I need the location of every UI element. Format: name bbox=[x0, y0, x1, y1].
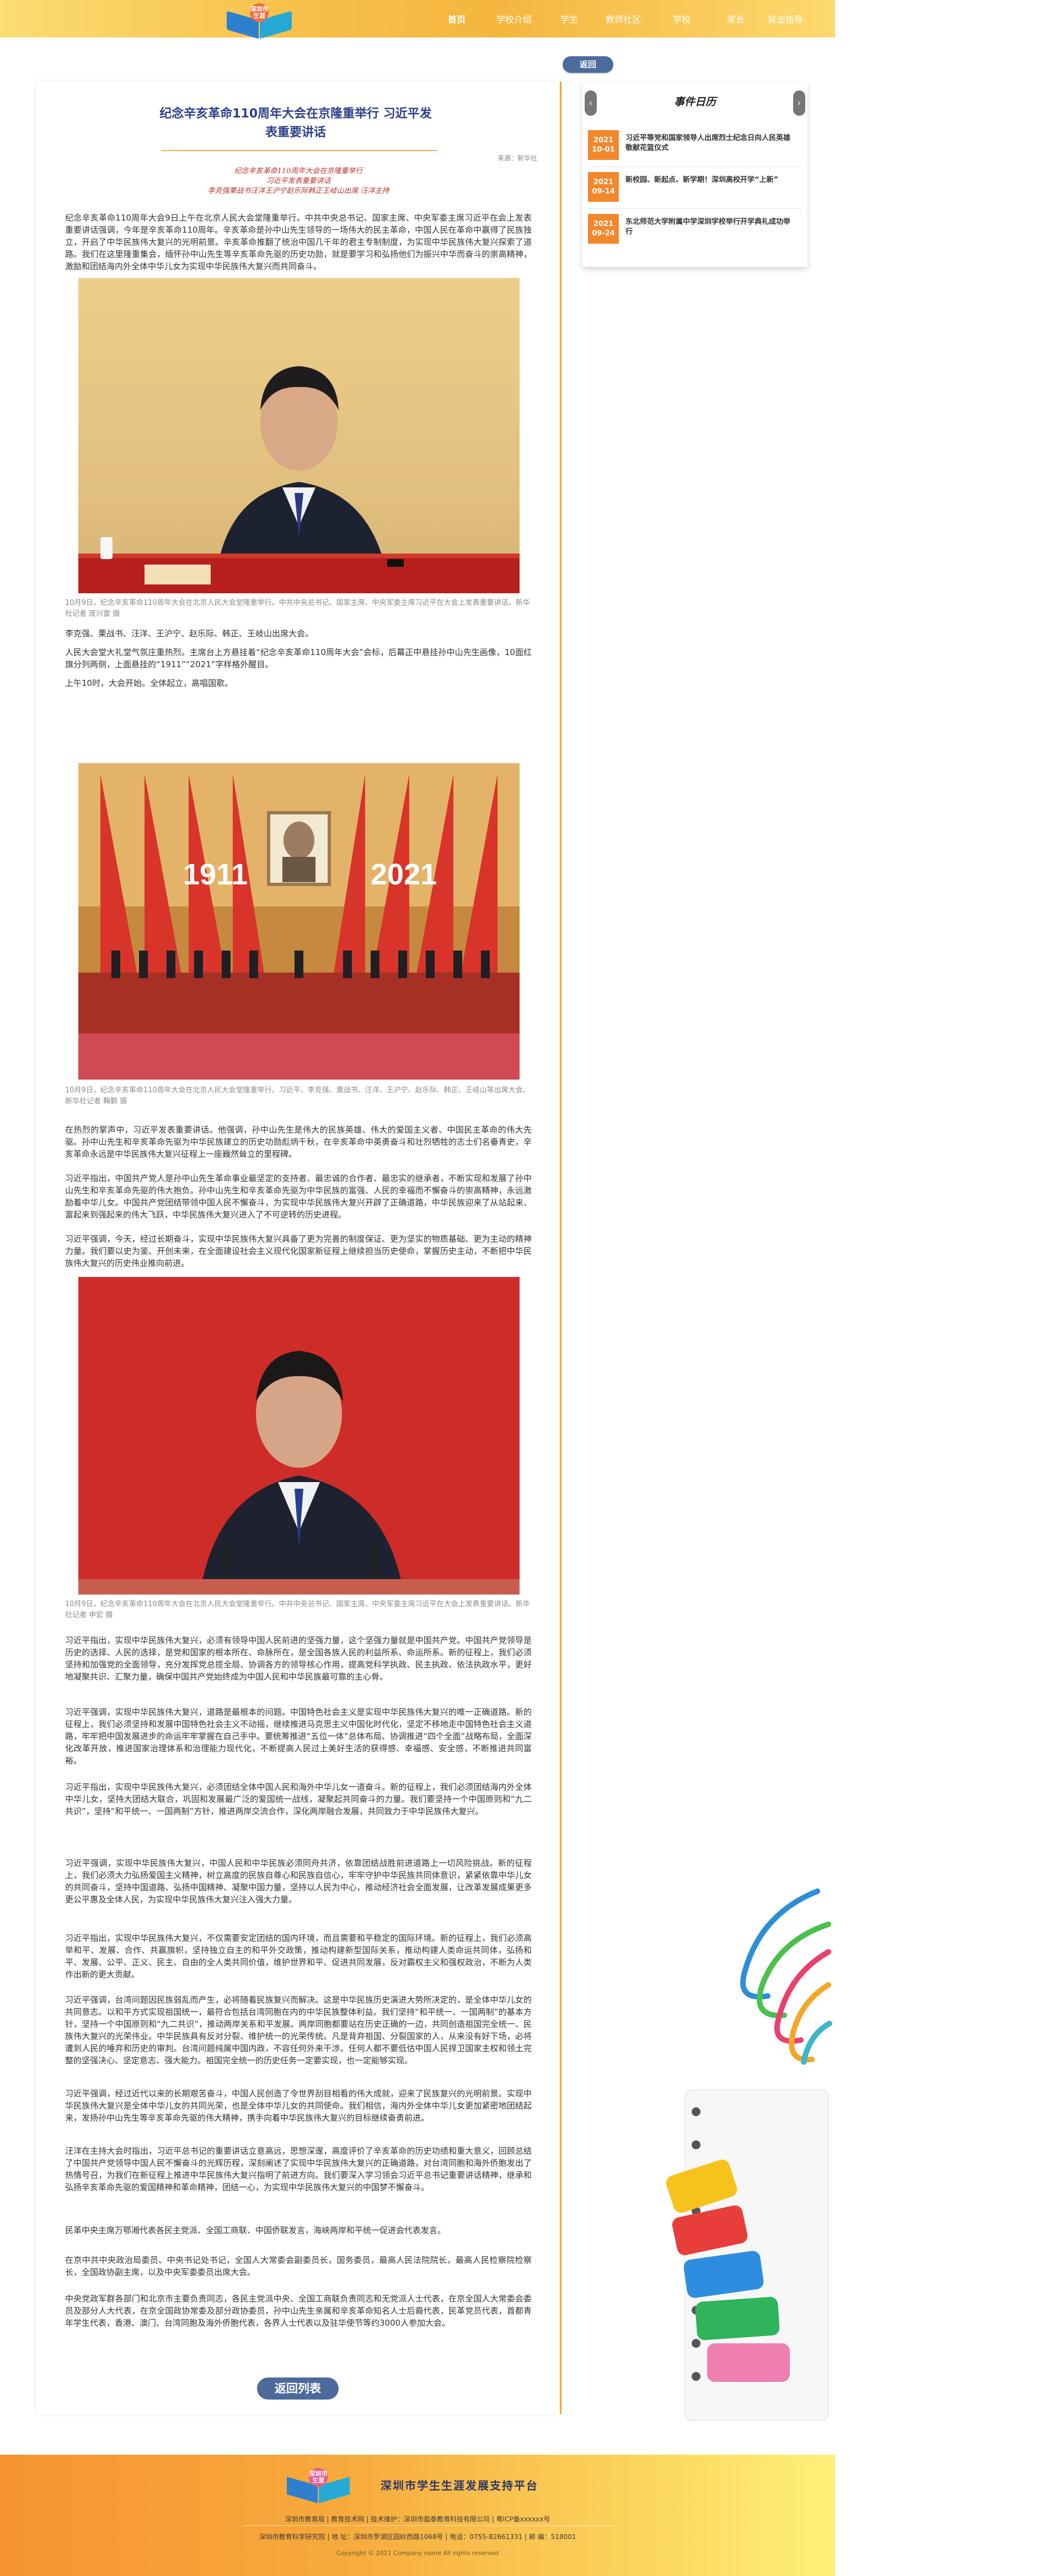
calendar-event[interactable]: 2021 10-01 习近平等党和国家领导人出席烈士纪念日向人民英雄敬献花篮仪式 bbox=[588, 130, 802, 167]
article-paragraph: 人民大会堂大礼堂气氛庄重热烈。主席台上方悬挂着“纪念辛亥革命110周年大会”会标… bbox=[65, 647, 532, 669]
article-paragraph: 上午10时，大会开始。全体起立，高唱国歌。 bbox=[65, 678, 233, 688]
event-date-badge: 2021 09-14 bbox=[588, 172, 619, 202]
logo-text: 深圳市 生涯 bbox=[250, 6, 269, 19]
article-paragraph: 在京中共中央政治局委员、中央书记处书记，全国人大常委会副委员长，国务委员，最高人… bbox=[65, 2255, 532, 2277]
footer-links[interactable]: 深圳市教育局 | 教育技术网 | 技术维护：深圳市盈泰教育科技有限公司 | 粤I… bbox=[0, 2514, 835, 2524]
article-paragraph: 习近平指出，中国共产党人是孙中山先生革命事业最坚定的支持者、最忠诚的合作者、最忠… bbox=[65, 1173, 532, 1220]
article-panel: 纪念辛亥革命110周年大会在京隆重举行 习近平发 表重要讲话 来源：新华社 纪念… bbox=[36, 82, 559, 2414]
article-paragraph: 纪念辛亥革命110周年大会9日上午在北京人民大会堂隆重举行。中共中央总书记、国家… bbox=[65, 213, 532, 271]
site-footer: 深圳市 生涯 深圳市学生生涯发展支持平台 深圳市教育局 | 教育技术网 | 技术… bbox=[0, 2455, 835, 2576]
column-divider bbox=[560, 82, 561, 2414]
calendar-event[interactable]: 2021 09-14 新校园、新起点、新学期！深圳高校开学“上新” bbox=[588, 172, 802, 209]
footer-copyright: Copyright © 2021 Company name All rights… bbox=[336, 2550, 499, 2557]
nav-item-parents[interactable]: 家长 bbox=[727, 12, 745, 25]
subtitle-line2: 习近平发表重要讲话 bbox=[266, 177, 331, 185]
article-paragraph: 习近平强调，实现中华民族伟大复兴，中国人民和中华民族必须同舟共济，依靠团结战胜前… bbox=[65, 1858, 532, 1904]
article-paragraph: 中央党政军群各部门和北京市主要负责同志，各民主党派中央、全国工商联负责同志和无党… bbox=[65, 2294, 532, 2328]
subtitle-line1: 纪念辛亥革命110周年大会在京隆重举行 bbox=[234, 167, 363, 175]
nav-item-home[interactable]: 首页 bbox=[448, 12, 466, 25]
article-paragraph: 汪洋在主持大会时指出，习近平总书记的重要讲话立意高远，思想深邃，高度评价了辛亥革… bbox=[65, 2146, 532, 2192]
footer-logo[interactable]: 深圳市 生涯 bbox=[282, 2466, 354, 2504]
nav-item-career[interactable]: 就业指导 bbox=[768, 12, 803, 25]
article-paragraph: 李克强、栗战书、汪洋、王沪宁、赵乐际、韩正、王岐山出席大会。 bbox=[65, 629, 314, 638]
article-paragraph: 习近平强调，经过近代以来的长期艰苦奋斗，中国人民创造了令世界刮目相看的伟大成就，… bbox=[65, 2089, 532, 2123]
nav-item-practice[interactable]: 社会实践 bbox=[834, 12, 869, 25]
event-day: 10-01 bbox=[592, 146, 615, 154]
event-day: 09-14 bbox=[592, 187, 615, 196]
header-bar: 深圳市 生涯 首页 学校介绍 学生 教师社区 学校 家长 就业指导 社会实践 bbox=[0, 0, 869, 39]
event-divider bbox=[588, 208, 802, 209]
nav-item-teacher-community[interactable]: 教师社区 bbox=[606, 12, 641, 25]
article-paragraph: 习近平强调，实现中华民族伟大复兴，道路是最根本的问题。中国特色社会主义是实现中华… bbox=[65, 1707, 532, 1765]
article-paragraph: 习近平指出，实现中华民族伟大复兴，必须有领导中国人民前进的坚强力量，这个坚强力量… bbox=[65, 1635, 532, 1682]
title-divider bbox=[161, 150, 437, 151]
article-paragraph: 在热烈的掌声中，习近平发表重要讲话。他强调，孙中山先生是伟大的民族英雄、伟大的爱… bbox=[65, 1125, 532, 1159]
subtitle-line3: 李克强栗战书汪洋王沪宁赵乐际韩正王岐山出席 汪洋主持 bbox=[207, 187, 389, 195]
event-date-badge: 2021 09-24 bbox=[588, 214, 619, 244]
article-paragraph: 习近平指出，实现中华民族伟大复兴，不仅需要安定团结的国内环境，而且需要和平稳定的… bbox=[65, 1933, 532, 1979]
event-title[interactable]: 新校园、新起点、新学期！深圳高校开学“上新” bbox=[625, 175, 796, 185]
article-title-line2: 表重要讲话 bbox=[265, 126, 326, 139]
site-logo[interactable]: 深圳市 生涯 bbox=[223, 1, 295, 39]
nav-item-school[interactable]: 学校 bbox=[673, 12, 691, 25]
year-1911-label: 1911 bbox=[183, 858, 248, 891]
article-paragraph: 习近平指出，实现中华民族伟大复兴，必须团结全体中国人民和海外中华儿女一道奋斗。新… bbox=[65, 1782, 532, 1816]
nav-item-students[interactable]: 学生 bbox=[560, 12, 578, 25]
nav-item-school-intro[interactable]: 学校介绍 bbox=[496, 12, 532, 25]
article-photo-speech bbox=[78, 278, 520, 593]
calendar-event[interactable]: 2021 09-24 东北师范大学附属中学深圳学校举行开学典礼成功举行 bbox=[588, 214, 802, 246]
article-photo-portrait bbox=[78, 1277, 520, 1595]
event-date-badge: 2021 10-01 bbox=[588, 130, 619, 160]
event-year: 2021 bbox=[593, 178, 614, 186]
event-title[interactable]: 习近平等党和国家领导人出席烈士纪念日向人民英雄敬献花篮仪式 bbox=[625, 133, 796, 153]
back-to-list-button[interactable]: 返回列表 bbox=[257, 2378, 339, 2400]
photo-caption: 10月9日，纪念辛亥革命110周年大会在北京人民大会堂隆重举行。中共中央总书记、… bbox=[65, 1600, 530, 1619]
article-paragraph: 习近平强调，台湾问题因民族弱乱而产生，必将随着民族复兴而解决。这是中华民族历史演… bbox=[65, 1995, 532, 2065]
event-day: 09-24 bbox=[592, 229, 615, 238]
article-source: 来源：新华社 bbox=[497, 154, 537, 162]
calendar-title: 事件日历 bbox=[673, 96, 716, 108]
article-photo-hall: 1911 2021 bbox=[78, 763, 520, 1080]
event-year: 2021 bbox=[593, 220, 614, 228]
photo-caption: 10月9日，纪念辛亥革命110周年大会在北京人民大会堂隆重举行。习近平、李克强、… bbox=[65, 1086, 530, 1105]
article-title: 纪念辛亥革命110周年大会在京隆重举行 习近平发 表重要讲话 bbox=[130, 105, 461, 142]
footer-org-name: 深圳市学生生涯发展支持平台 bbox=[381, 2479, 538, 2492]
footer-address: 深圳市教育科学研究院 | 地 址：深圳市罗湖区园岭西路1068号 | 电话：07… bbox=[259, 2533, 576, 2541]
stationery-decoration bbox=[666, 1888, 832, 2421]
next-arrow-icon[interactable]: › bbox=[793, 90, 805, 116]
event-calendar: ‹ 事件日历 › 2021 10-01 习近平等党和国家领导人出席烈士纪念日向人… bbox=[582, 83, 807, 267]
event-title[interactable]: 东北师范大学附属中学深圳学校举行开学典礼成功举行 bbox=[625, 217, 796, 237]
year-2021-label: 2021 bbox=[371, 858, 437, 891]
event-year: 2021 bbox=[593, 136, 614, 144]
footer-divider bbox=[243, 2525, 618, 2526]
article-title-line1: 纪念辛亥革命110周年大会在京隆重举行 习近平发 bbox=[159, 107, 432, 121]
article-paragraph: 民革中央主席万鄂湘代表各民主党派、全国工商联、中国侨联发言，海峡两岸和平统一促进… bbox=[65, 2225, 446, 2235]
article-paragraph: 习近平强调，今天，经过长期奋斗，实现中华民族伟大复兴具备了更为完善的制度保证、更… bbox=[65, 1234, 532, 1268]
back-button[interactable]: 返回 bbox=[563, 56, 613, 73]
article-subtitle: 纪念辛亥革命110周年大会在京隆重举行 习近平发表重要讲话 李克强栗战书汪洋王沪… bbox=[158, 167, 439, 196]
footer-logo-text: 深圳市 生涯 bbox=[309, 2470, 328, 2484]
photo-caption: 10月9日，纪念辛亥革命110周年大会在北京人民大会堂隆重举行。中共中央总书记、… bbox=[65, 599, 530, 618]
